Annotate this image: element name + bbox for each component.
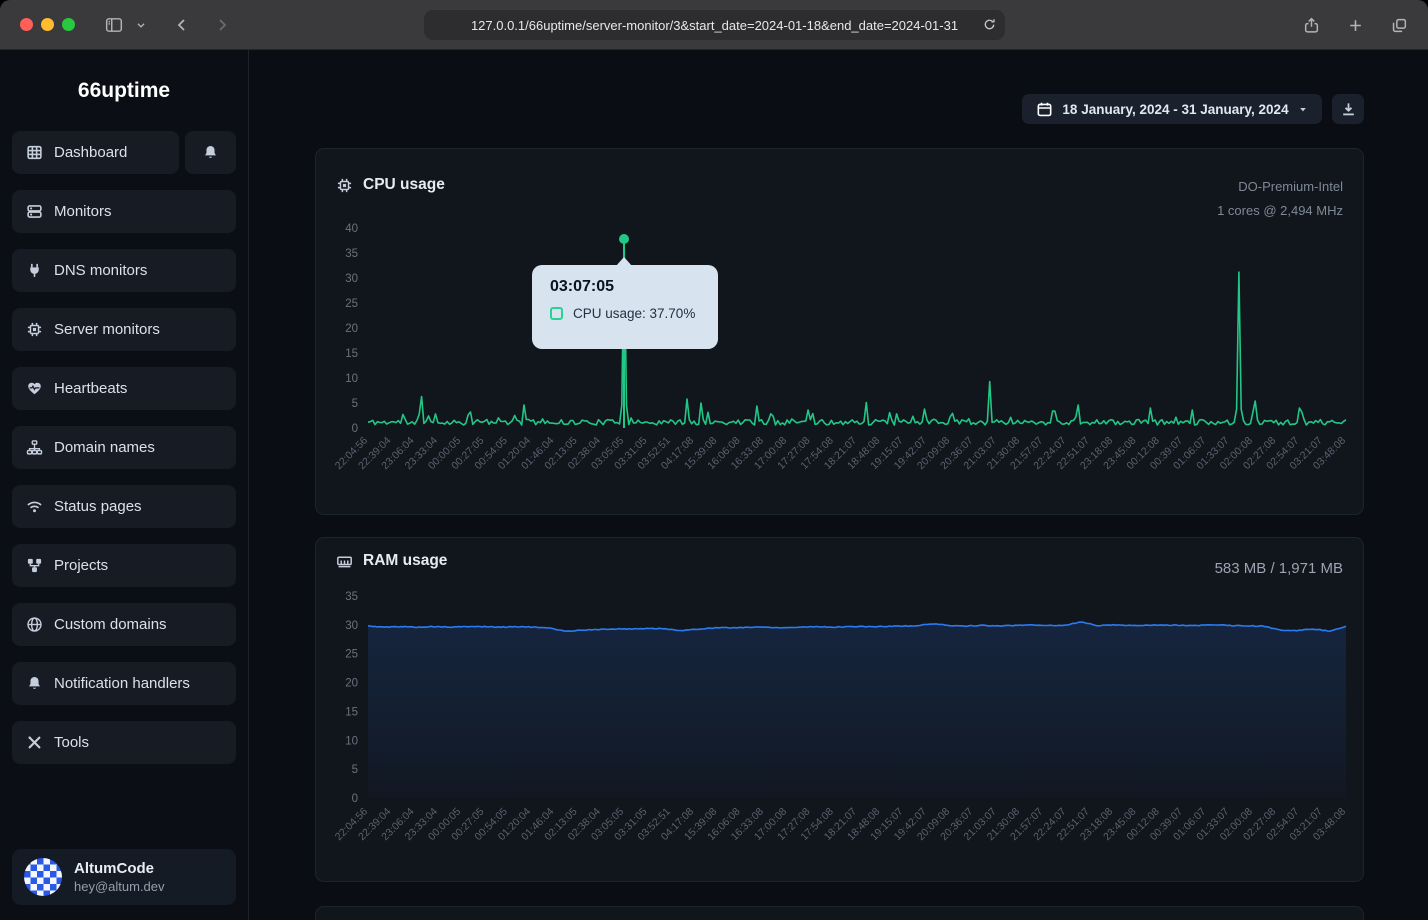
sidebar-item-label: Tools <box>54 734 89 751</box>
plug-icon <box>26 262 43 279</box>
y-tick-label: 10 <box>345 735 358 747</box>
url-text: 127.0.0.1/66uptime/server-monitor/3&star… <box>471 18 958 33</box>
cpu-usage-chart[interactable]: 051015202530354022:04:5622:39:0423:06:04… <box>326 219 1366 509</box>
user-name: AltumCode <box>74 859 165 878</box>
close-window-button[interactable] <box>20 18 33 31</box>
sidebar-item-dashboard[interactable]: Dashboard <box>12 131 179 174</box>
heart-pulse-icon <box>26 380 43 397</box>
tab-overview-icon[interactable] <box>1384 10 1414 40</box>
sidebar-item-label: Notification handlers <box>54 675 190 692</box>
sitemap-icon <box>26 439 43 456</box>
cpu-chip-icon <box>336 177 353 194</box>
ram-area-fill <box>368 622 1346 798</box>
back-button[interactable] <box>167 10 197 40</box>
sidebar-toggle-icon[interactable] <box>99 10 129 40</box>
grid-icon <box>26 144 43 161</box>
sidebar-item-projects[interactable]: Projects <box>12 544 236 587</box>
sidebar-item-domain-names[interactable]: Domain names <box>12 426 236 469</box>
app-logo: 66uptime <box>12 78 236 104</box>
sidebar-item-label: Status pages <box>54 498 142 515</box>
chip-icon <box>26 321 43 338</box>
sidebar-item-heartbeats[interactable]: Heartbeats <box>12 367 236 410</box>
y-tick-label: 20 <box>345 323 358 335</box>
sidebar-item-monitors[interactable]: Monitors <box>12 190 236 233</box>
notifications-button[interactable] <box>185 131 236 174</box>
bell-icon <box>26 675 43 692</box>
sidebar-item-dns-monitors[interactable]: DNS monitors <box>12 249 236 292</box>
y-tick-label: 30 <box>345 273 358 285</box>
user-card[interactable]: AltumCode hey@altum.dev <box>12 849 236 905</box>
zoom-window-button[interactable] <box>62 18 75 31</box>
chart-point-marker <box>619 234 629 244</box>
cpu-series-line <box>368 240 1346 426</box>
browser-toolbar: 127.0.0.1/66uptime/server-monitor/3&star… <box>0 0 1428 50</box>
cpu-usage-card: CPU usage DO-Premium-Intel 1 cores @ 2,4… <box>315 148 1364 515</box>
tools-icon <box>26 734 43 751</box>
globe-icon <box>26 616 43 633</box>
y-tick-label: 5 <box>352 764 358 776</box>
server-icon <box>26 203 43 220</box>
next-card-partial <box>315 906 1364 920</box>
y-tick-label: 15 <box>345 348 358 360</box>
new-tab-icon[interactable] <box>1340 10 1370 40</box>
address-bar[interactable]: 127.0.0.1/66uptime/server-monitor/3&star… <box>424 10 1005 40</box>
sidebar-item-label: Domain names <box>54 439 155 456</box>
y-tick-label: 40 <box>345 223 358 235</box>
sidebar-item-label: Dashboard <box>54 144 127 161</box>
cpu-card-title: CPU usage <box>363 176 445 194</box>
y-tick-label: 5 <box>352 398 358 410</box>
y-tick-label: 25 <box>345 649 358 661</box>
sidebar-item-label: Server monitors <box>54 321 160 338</box>
sidebar-item-custom-domains[interactable]: Custom domains <box>12 603 236 646</box>
sidebar-item-server-monitors[interactable]: Server monitors <box>12 308 236 351</box>
forward-button[interactable] <box>207 10 237 40</box>
y-tick-label: 35 <box>345 248 358 260</box>
date-range-picker[interactable]: 18 January, 2024 - 31 January, 2024 <box>1022 94 1322 124</box>
sidebar-item-label: Heartbeats <box>54 380 127 397</box>
tooltip-series-swatch <box>550 307 563 320</box>
share-icon[interactable] <box>1296 10 1326 40</box>
tooltip-value: CPU usage: 37.70% <box>573 306 695 321</box>
calendar-icon <box>1036 101 1053 118</box>
sidebar-item-tools[interactable]: Tools <box>12 721 236 764</box>
download-icon <box>1340 101 1357 118</box>
ram-usage-card: RAM usage 583 MB / 1,971 MB 0 5 10 15 20 25 30… <box>315 537 1364 882</box>
sidebar-item-label: Custom domains <box>54 616 167 633</box>
y-tick-label: 0 <box>352 423 358 435</box>
y-tick-label: 25 <box>345 298 358 310</box>
date-range-label: 18 January, 2024 - 31 January, 2024 <box>1062 102 1288 117</box>
window-controls <box>20 18 75 31</box>
ram-card-title: RAM usage <box>363 552 447 570</box>
ram-usage-chart[interactable]: 0510152025303522:04:5622:39:0423:06:0423… <box>326 586 1366 881</box>
y-tick-label: 35 <box>345 591 358 603</box>
chevron-down-icon[interactable] <box>131 10 151 40</box>
reload-icon[interactable] <box>982 15 997 37</box>
ram-usage-value: 583 MB / 1,971 MB <box>1215 560 1343 577</box>
y-tick-label: 30 <box>345 620 358 632</box>
download-report-button[interactable] <box>1332 94 1364 124</box>
server-name: DO-Premium-Intel <box>1217 175 1343 199</box>
wifi-icon <box>26 498 43 515</box>
sidebar-item-label: DNS monitors <box>54 262 147 279</box>
sidebar-item-notification-handlers[interactable]: Notification handlers <box>12 662 236 705</box>
memory-icon <box>336 553 353 570</box>
avatar <box>24 858 62 896</box>
bell-icon <box>202 144 219 161</box>
caret-down-icon <box>1298 101 1308 118</box>
tooltip-time: 03:07:05 <box>550 278 700 296</box>
y-tick-label: 0 <box>352 793 358 805</box>
user-email: hey@altum.dev <box>74 878 165 895</box>
app-window: 127.0.0.1/66uptime/server-monitor/3&star… <box>0 0 1428 920</box>
y-tick-label: 15 <box>345 706 358 718</box>
sidebar-item-label: Projects <box>54 557 108 574</box>
diagram-icon <box>26 557 43 574</box>
sidebar-item-label: Monitors <box>54 203 112 220</box>
y-tick-label: 10 <box>345 373 358 385</box>
sidebar: 66uptime Dashboard Monitors DNS monitors S… <box>0 50 249 920</box>
minimize-window-button[interactable] <box>41 18 54 31</box>
sidebar-item-status-pages[interactable]: Status pages <box>12 485 236 528</box>
y-tick-label: 20 <box>345 678 358 690</box>
chart-tooltip: 03:07:05 CPU usage: 37.70% <box>532 265 718 349</box>
